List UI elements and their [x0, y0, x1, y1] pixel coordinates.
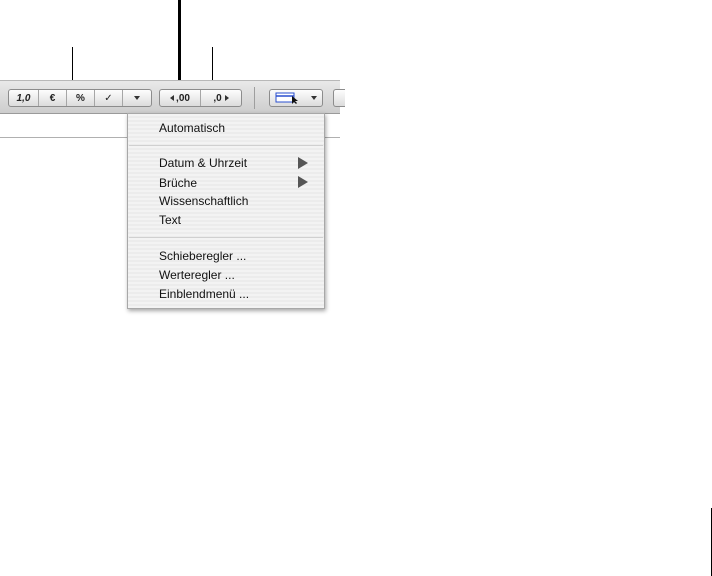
increase-decimals-button[interactable]: ,00: [160, 90, 201, 106]
submenu-arrow-icon: [298, 176, 308, 188]
number-format-group: 1,0 € % ✓: [8, 89, 152, 107]
format-popup-menu: Automatisch Datum & Uhrzeit Brüche Wisse…: [127, 113, 325, 309]
table-select-popup[interactable]: [269, 89, 323, 107]
menu-item-automatisch[interactable]: Automatisch: [159, 121, 225, 135]
checkbox-format-button[interactable]: ✓: [95, 90, 123, 106]
next-toolbar-control[interactable]: [333, 89, 345, 107]
menu-item-datum-uhrzeit[interactable]: Datum & Uhrzeit: [159, 156, 247, 170]
menu-item-einblendmenue[interactable]: Einblendmenü ...: [159, 287, 249, 301]
table-select-button[interactable]: [270, 90, 322, 106]
triangle-right-icon: [224, 95, 229, 101]
format-toolbar: 1,0 € % ✓ ,00 ,0: [0, 80, 345, 114]
document-edge: [0, 137, 128, 138]
triangle-left-icon: [170, 95, 175, 101]
document-edge: [325, 137, 340, 138]
toolbar-separator: [254, 87, 255, 109]
menu-item-werteregler[interactable]: Werteregler ...: [159, 268, 235, 282]
submenu-arrow-icon: [298, 157, 308, 169]
currency-format-button[interactable]: €: [39, 90, 67, 106]
menu-item-brueche[interactable]: Brüche: [159, 176, 197, 190]
menu-item-wissenschaftlich[interactable]: Wissenschaftlich: [159, 194, 248, 208]
menu-item-schieberegler[interactable]: Schieberegler ...: [159, 249, 246, 263]
decrease-decimals-label: ,0: [213, 92, 222, 104]
decimal-group: ,00 ,0: [159, 89, 242, 107]
menu-separator: [129, 145, 323, 146]
menu-item-text[interactable]: Text: [159, 213, 181, 227]
number-format-button[interactable]: 1,0: [9, 90, 39, 106]
increase-decimals-label: ,00: [176, 92, 190, 104]
table-select-icon: [275, 92, 298, 104]
more-formats-button[interactable]: [123, 90, 151, 106]
menu-separator: [129, 237, 323, 238]
chevron-down-icon: [311, 96, 317, 100]
decrease-decimals-button[interactable]: ,0: [201, 90, 241, 106]
callout-line-decimal-increase: [178, 0, 181, 89]
percent-format-button[interactable]: %: [67, 90, 95, 106]
chevron-down-icon: [134, 96, 140, 100]
